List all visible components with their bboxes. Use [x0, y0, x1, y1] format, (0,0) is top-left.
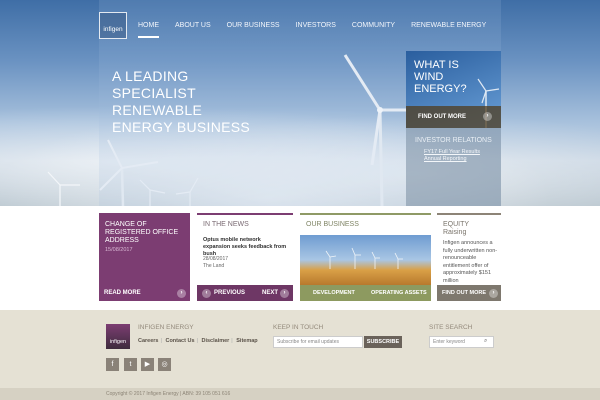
- careers-link[interactable]: Careers: [138, 338, 159, 344]
- nav-investors[interactable]: INVESTORS: [288, 12, 344, 40]
- wind-find-out-more-button[interactable]: FIND OUT MORE ›: [406, 106, 501, 128]
- card-heading: EQUITY Raising: [443, 221, 469, 236]
- subscribe-button[interactable]: SUBSCRIBE: [364, 336, 402, 348]
- card-title: CHANGE OF REGISTERED OFFICE ADDRESS: [105, 221, 179, 244]
- hero-headline: A LEADING SPECIALIST RENEWABLE ENERGY BU…: [112, 68, 292, 136]
- question-line: ENERGY?: [414, 83, 467, 95]
- instagram-icon[interactable]: ◎: [158, 358, 171, 371]
- button-label: READ MORE: [104, 290, 141, 296]
- nav-home[interactable]: HOME: [130, 12, 167, 40]
- news-date: 28/08/2017: [203, 256, 229, 262]
- hero-line: RENEWABLE: [112, 102, 203, 118]
- keep-in-touch-heading: KEEP IN TOUCH: [273, 324, 324, 331]
- news-source: The Land: [203, 263, 225, 269]
- previous-button[interactable]: PREVIOUS: [214, 290, 245, 296]
- our-business-card: OUR BUSINESS DEVELOPMENT OPERATING ASSET…: [300, 213, 431, 301]
- wind-energy-question: WHAT IS WIND ENERGY?: [414, 59, 467, 95]
- investor-results-link[interactable]: FY17 Full Year Results Annual Reporting: [424, 149, 498, 163]
- nav-our-business[interactable]: OUR BUSINESS: [219, 12, 288, 40]
- twitter-icon[interactable]: t: [124, 358, 137, 371]
- equity-raising-card[interactable]: EQUITY Raising Infigen announces a fully…: [437, 213, 501, 301]
- arrow-right-icon[interactable]: ›: [280, 289, 289, 298]
- question-line: WHAT IS: [414, 59, 459, 71]
- facebook-icon[interactable]: f: [106, 358, 119, 371]
- wind-farm-turbines: [325, 247, 403, 269]
- logo-text: infigen: [109, 339, 127, 345]
- next-button[interactable]: NEXT: [262, 290, 278, 296]
- card-heading: OUR BUSINESS: [306, 221, 359, 228]
- footer-brand-title: INFIGEN ENERGY: [138, 324, 194, 331]
- site-logo[interactable]: infigen: [99, 12, 127, 39]
- read-more-button[interactable]: READ MORE ›: [99, 285, 190, 301]
- arrow-right-icon: ›: [177, 289, 186, 298]
- card-date: 15/08/2017: [105, 247, 133, 253]
- divider: |: [196, 338, 198, 344]
- question-line: WIND: [414, 71, 444, 83]
- email-subscribe-input[interactable]: Subscribe for email updates: [273, 336, 363, 348]
- disclaimer-link[interactable]: Disclaimer: [201, 338, 229, 344]
- footer-links: Careers | Contact Us | Disclaimer | Sitemap: [138, 338, 258, 344]
- arrow-left-icon[interactable]: ‹: [202, 289, 211, 298]
- site-footer: [0, 310, 600, 388]
- business-buttons: DEVELOPMENT OPERATING ASSETS: [300, 285, 431, 301]
- arrow-right-icon: ›: [483, 112, 492, 121]
- divider: |: [231, 338, 233, 344]
- in-the-news-card: IN THE NEWS Optus mobile network expansi…: [197, 213, 293, 301]
- search-icon[interactable]: ⌕: [484, 338, 487, 345]
- operating-assets-button[interactable]: OPERATING ASSETS: [371, 290, 427, 296]
- news-headline[interactable]: Optus mobile network expansion seeks fee…: [203, 237, 289, 258]
- development-button[interactable]: DEVELOPMENT: [313, 290, 355, 296]
- hero-line: ENERGY BUSINESS: [112, 119, 251, 135]
- copyright-bar: Copyright © 2017 Infigen Energy | ABN: 3…: [0, 388, 600, 400]
- office-address-card[interactable]: CHANGE OF REGISTERED OFFICE ADDRESS 15/0…: [99, 213, 190, 301]
- logo-text: infigen: [103, 26, 123, 33]
- main-nav: HOME ABOUT US OUR BUSINESS INVESTORS COM…: [130, 12, 494, 40]
- wind-energy-panel: WHAT IS WIND ENERGY? FIND OUT MORE › INV…: [406, 51, 501, 206]
- arrow-right-icon: ›: [489, 289, 498, 298]
- footer-logo[interactable]: infigen: [106, 324, 130, 349]
- card-heading: IN THE NEWS: [203, 221, 249, 228]
- wind-farm-photo: [300, 235, 431, 285]
- contact-us-link[interactable]: Contact Us: [165, 338, 194, 344]
- sitemap-link[interactable]: Sitemap: [236, 338, 257, 344]
- divider: |: [160, 338, 162, 344]
- button-label: FIND OUT MORE: [418, 114, 466, 120]
- investor-relations-heading: INVESTOR RELATIONS: [415, 137, 492, 144]
- hero-line: A LEADING: [112, 68, 189, 84]
- nav-about-us[interactable]: ABOUT US: [167, 12, 219, 40]
- nav-renewable-energy[interactable]: RENEWABLE ENERGY: [403, 12, 494, 40]
- equity-text: Infigen announces a fully underwritten n…: [443, 240, 498, 284]
- nav-community[interactable]: COMMUNITY: [344, 12, 403, 40]
- site-search-heading: SITE SEARCH: [429, 324, 473, 331]
- button-label: FIND OUT MORE: [442, 290, 486, 296]
- youtube-icon[interactable]: ▶: [141, 358, 154, 371]
- find-out-more-button[interactable]: FIND OUT MORE ›: [437, 285, 501, 301]
- news-meta: 28/08/2017 The Land: [203, 256, 228, 270]
- copyright-text: Copyright © 2017 Infigen Energy | ABN: 3…: [106, 391, 231, 397]
- hero-line: SPECIALIST: [112, 85, 196, 101]
- wind-energy-promo[interactable]: WHAT IS WIND ENERGY? FIND OUT MORE ›: [406, 51, 501, 128]
- news-pager: ‹ PREVIOUS NEXT ›: [197, 285, 293, 301]
